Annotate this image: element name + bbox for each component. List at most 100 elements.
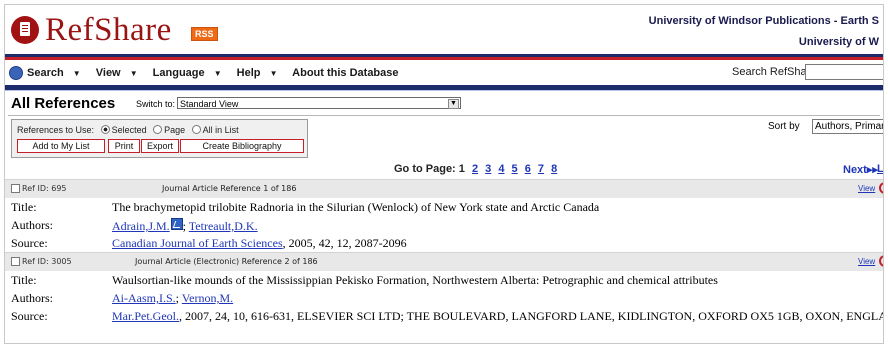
view-link[interactable]: View <box>858 257 875 266</box>
source-link[interactable]: Canadian Journal of Earth Sciences <box>112 236 283 250</box>
ref-id: Ref ID: 695 <box>22 184 67 193</box>
chevron-down-icon: ▼ <box>72 69 81 78</box>
go-to-page: Go to Page: 1 2 3 4 5 6 7 8 <box>394 163 557 175</box>
menu-help-label: Help <box>236 67 261 79</box>
page-link-3[interactable]: 3 <box>485 163 491 175</box>
chevron-down-icon[interactable]: ▼ <box>448 99 459 109</box>
menu-items: Search ▼ View ▼ Language ▼ Help ▼ About … <box>27 67 405 79</box>
view-icon[interactable] <box>879 255 883 267</box>
globe-icon <box>9 66 23 80</box>
options-area: References to Use: Selected Page All in … <box>5 116 883 160</box>
search-input[interactable] <box>805 64 883 80</box>
refshare-logo-icon <box>11 16 39 44</box>
record-type: Journal Article Reference 1 of 186 <box>162 184 297 193</box>
menu-about[interactable]: About this Database <box>292 67 398 79</box>
record-authors-row: Authors: Adrain,J.M.; Tetreault,D.K. <box>5 216 883 234</box>
view-link[interactable]: View <box>858 184 875 193</box>
refshare-window: RefShare RSS University of Windsor Publi… <box>4 4 884 344</box>
source-label: Source: <box>11 236 48 250</box>
references-label: References to Use: <box>17 125 95 135</box>
radio-all-label: All in List <box>202 125 239 135</box>
author-link[interactable]: Tetreault,D.K. <box>189 219 258 233</box>
logo-text[interactable]: RefShare <box>45 11 172 49</box>
search-refshare-label: Search RefShare <box>732 66 817 78</box>
references-to-use: References to Use: Selected Page All in … <box>17 125 239 135</box>
menu-search[interactable]: Search ▼ <box>27 67 87 79</box>
author-flag-icon[interactable] <box>170 218 183 230</box>
sort-by-label: Sort by <box>768 121 800 132</box>
menu-help[interactable]: Help ▼ <box>237 67 284 79</box>
record-source-row: Source: Canadian Journal of Earth Scienc… <box>5 234 883 252</box>
radio-page[interactable] <box>153 125 163 134</box>
radio-all[interactable] <box>191 125 201 134</box>
record-checkbox[interactable] <box>11 257 20 266</box>
record-header: Ref ID: 3005 Journal Article (Electronic… <box>5 252 883 271</box>
record-type: Journal Article (Electronic) Reference 2… <box>135 257 318 266</box>
view-select-value: Standard View <box>180 99 239 109</box>
authors-value: Adrain,J.M.; Tetreault,D.K. <box>112 218 258 233</box>
menu-search-label: Search <box>27 67 64 79</box>
switch-to-label: Switch to: <box>136 99 176 109</box>
record-title-row: Title: The brachymetopid trilobite Radno… <box>5 198 883 216</box>
chevron-down-icon: ▼ <box>213 69 222 78</box>
header: RefShare RSS University of Windsor Publi… <box>5 5 883 54</box>
page-link-5[interactable]: 5 <box>512 163 518 175</box>
source-details: , 2007, 24, 10, 616-631, ELSEVIER SCI LT… <box>179 309 884 323</box>
authors-value: Ai-Aasm,I.S.; Vernon,M. <box>112 291 234 305</box>
title-label: Title: <box>11 273 37 287</box>
menu-bar: Search ▼ View ▼ Language ▼ Help ▼ About … <box>5 60 883 85</box>
authors-label: Authors: <box>11 291 53 305</box>
rss-button[interactable]: RSS <box>191 27 218 41</box>
title-bar: All References Switch to: Standard View … <box>5 91 883 115</box>
export-button[interactable]: Export <box>141 139 179 153</box>
page-title: All References <box>11 95 116 112</box>
page-link-6[interactable]: 6 <box>525 163 531 175</box>
record-title: Waulsortian-like mounds of the Mississip… <box>112 273 718 287</box>
ref-id: Ref ID: 3005 <box>22 257 72 266</box>
create-bibliography-button[interactable]: Create Bibliography <box>180 139 304 153</box>
print-button[interactable]: Print <box>108 139 140 153</box>
chevron-down-icon: ▼ <box>129 69 138 78</box>
current-page: 1 <box>458 163 465 175</box>
view-select[interactable]: Standard View ▼ <box>177 97 461 109</box>
source-value: Canadian Journal of Earth Sciences, 2005… <box>112 236 407 251</box>
menu-view-label: View <box>95 67 121 79</box>
source-link[interactable]: Mar.Pet.Geol. <box>112 309 179 323</box>
view-icon[interactable] <box>879 182 883 194</box>
source-details: , 2005, 42, 12, 2087-2096 <box>282 236 407 250</box>
chevron-down-icon: ▼ <box>269 69 278 78</box>
record-title: The brachymetopid trilobite Radnoria in … <box>112 200 600 214</box>
radio-selected[interactable] <box>100 125 110 134</box>
sort-select[interactable]: Authors, Primary <box>812 119 883 134</box>
author-link[interactable]: Adrain,J.M. <box>112 219 170 233</box>
radio-page-label: Page <box>164 125 186 135</box>
record-authors-row: Authors: Ai-Aasm,I.S.; Vernon,M. <box>5 289 883 307</box>
last-page-link[interactable]: L <box>877 163 883 175</box>
authors-label: Authors: <box>11 218 53 232</box>
add-to-my-list-button[interactable]: Add to My List <box>17 139 105 153</box>
menu-view[interactable]: View ▼ <box>96 67 144 79</box>
go-to-page-label: Go to Page: <box>394 163 456 175</box>
page-link-4[interactable]: 4 <box>498 163 504 175</box>
pagination: Go to Page: 1 2 3 4 5 6 7 8 Next▸▸ L <box>5 160 883 179</box>
record-source-row: Source: Mar.Pet.Geol., 2007, 24, 10, 616… <box>5 307 883 325</box>
next-label: Next <box>843 164 867 176</box>
institution-line2: University of W <box>798 36 879 48</box>
author-link[interactable]: Ai-Aasm,I.S. <box>112 291 176 305</box>
author-link[interactable]: Vernon,M. <box>182 291 233 305</box>
next-page-link[interactable]: Next▸▸ <box>843 163 878 176</box>
page-link-8[interactable]: 8 <box>551 163 557 175</box>
source-label: Source: <box>11 309 48 323</box>
menu-language-label: Language <box>152 67 205 79</box>
record-checkbox[interactable] <box>11 184 20 193</box>
record-title-row: Title: Waulsortian-like mounds of the Mi… <box>5 271 883 289</box>
menu-language[interactable]: Language ▼ <box>153 67 228 79</box>
institution-line1: University of Windsor Publications - Ear… <box>648 15 879 27</box>
page-link-2[interactable]: 2 <box>472 163 478 175</box>
record-header: Ref ID: 695 Journal Article Reference 1 … <box>5 179 883 198</box>
references-options-box: References to Use: Selected Page All in … <box>11 119 308 158</box>
radio-selected-label: Selected <box>111 125 147 135</box>
title-label: Title: <box>11 200 37 214</box>
source-value: Mar.Pet.Geol., 2007, 24, 10, 616-631, EL… <box>112 309 884 324</box>
page-link-7[interactable]: 7 <box>538 163 544 175</box>
